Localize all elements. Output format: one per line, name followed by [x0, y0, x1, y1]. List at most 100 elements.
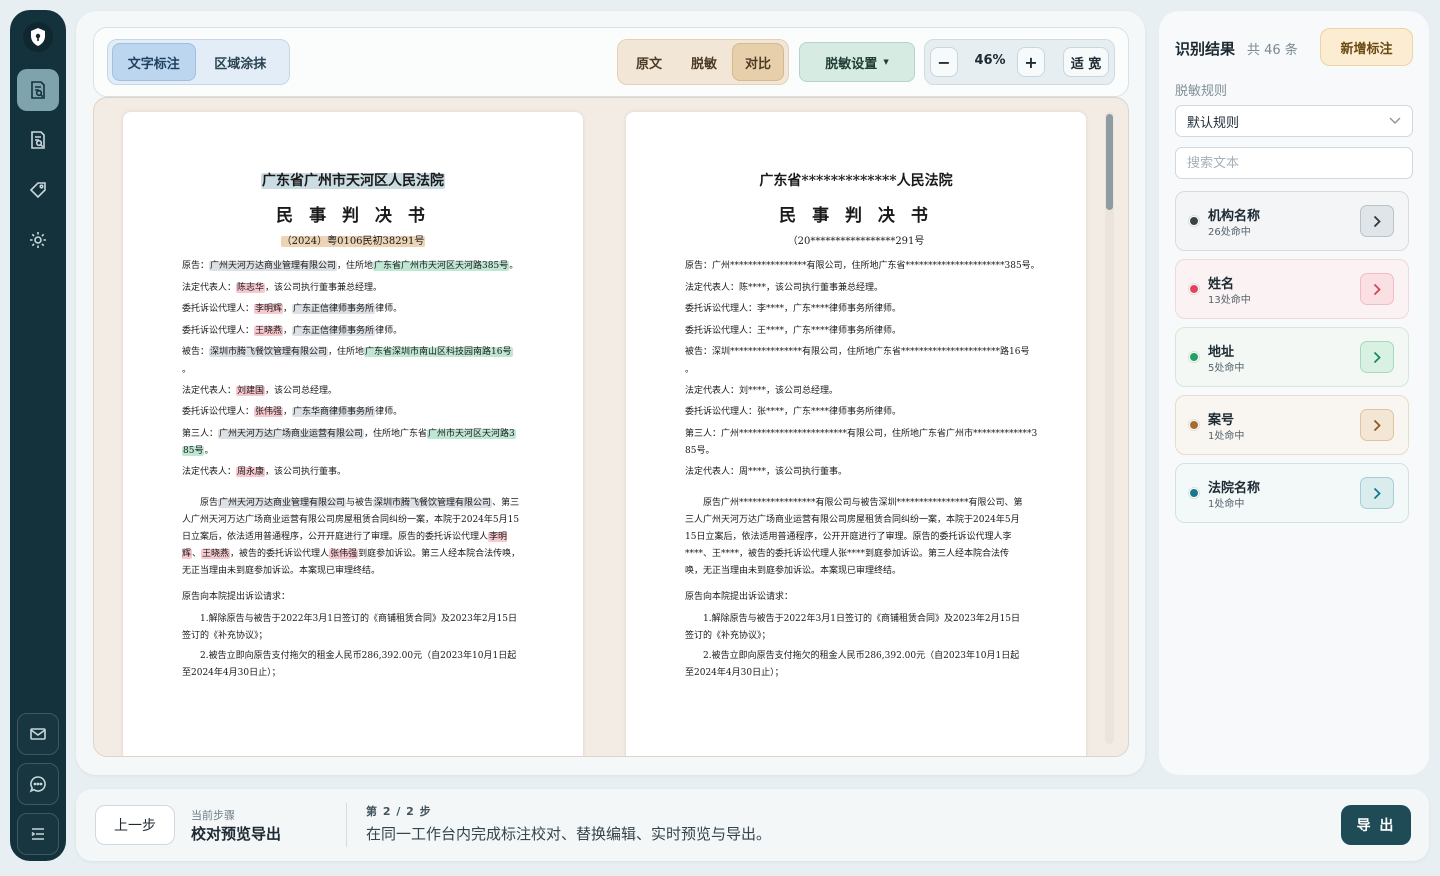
address-highlight[interactable]: 广东省广州市天河区天河路385号	[373, 261, 510, 271]
category-open-button[interactable]	[1360, 273, 1394, 305]
name-highlight[interactable]: 李明辉	[254, 304, 284, 314]
workspace: 文字标注 区域涂抹 原文 脱敏 对比 脱敏设置 ▼ − 46% + 适 宽 广东…	[76, 11, 1145, 775]
address-highlight[interactable]: 广州市天河区天河路3	[427, 429, 516, 439]
view-original-button[interactable]: 原文	[622, 43, 676, 81]
redacted-document-page: 广东省*************人民法院 民 事 判 决 书 （20******…	[626, 112, 1086, 756]
original-document-page: 广东省广州市天河区人民法院 民 事 判 决 书 （2024）粤0106民初382…	[123, 112, 583, 756]
category-color-dot	[1189, 420, 1199, 430]
results-title: 识别结果	[1175, 40, 1236, 58]
tag-icon[interactable]	[17, 169, 59, 211]
category-hits: 26处命中	[1208, 227, 1251, 238]
doc-line-legal-rep: 法定代表人：陈志华，该公司执行董事兼总经理。	[182, 283, 383, 293]
rule-select-value: 默认规则	[1187, 115, 1240, 131]
export-button[interactable]: 导 出	[1341, 805, 1411, 845]
case-number-highlight[interactable]: （2024）粤0106民初38291号	[280, 236, 426, 247]
category-name: 法院名称	[1208, 481, 1261, 496]
org-highlight[interactable]: 广州天河万达广场商业运营有限公司	[218, 429, 365, 439]
mode-area-redact-button[interactable]: 区域涂抹	[196, 43, 285, 81]
settings-gear-icon[interactable]	[17, 219, 59, 261]
view-compare-button[interactable]: 对比	[732, 43, 784, 81]
category-open-button[interactable]	[1360, 205, 1394, 237]
doc-claims-heading: 原告向本院提出诉讼请求：	[182, 592, 291, 602]
name-highlight[interactable]: 张伟强	[329, 549, 359, 559]
name-highlight[interactable]: 王晓燕	[201, 549, 231, 559]
name-highlight[interactable]: 张伟强	[254, 407, 284, 417]
doc-case-no: （20*****************291号	[787, 236, 925, 247]
category-card[interactable]: 姓名 13处命中	[1175, 259, 1409, 319]
fit-width-button[interactable]: 适 宽	[1063, 47, 1109, 77]
document-review-icon[interactable]	[17, 69, 59, 111]
divider	[346, 803, 347, 847]
doc-line-defendant: 被告：深圳****************有限公司，住所地广东省********…	[685, 347, 1030, 357]
doc-line-third-party: 第三人：广州************************有限公司，住所地广东…	[685, 429, 1038, 439]
doc-line-def-agent: 委托诉讼代理人：张伟强，广东华商律师事务所律师。	[182, 407, 403, 417]
nav-rail	[10, 10, 66, 861]
chevron-right-icon	[1373, 419, 1381, 431]
search-input[interactable]	[1175, 147, 1413, 179]
category-card[interactable]: 法院名称 1处命中	[1175, 463, 1409, 523]
doc-line-def-rep: 法定代表人：刘****，该公司总经理。	[685, 386, 839, 396]
previous-step-button[interactable]: 上一步	[95, 805, 175, 845]
chat-icon[interactable]	[17, 763, 59, 805]
category-name: 姓名	[1208, 277, 1235, 292]
zoom-in-button[interactable]: +	[1017, 47, 1045, 77]
toolbar: 文字标注 区域涂抹 原文 脱敏 对比 脱敏设置 ▼ − 46% + 适 宽	[93, 27, 1129, 97]
results-count: 共 46 条	[1247, 43, 1298, 58]
add-annotation-button[interactable]: 新增标注	[1320, 28, 1413, 66]
menu-list-icon[interactable]	[17, 813, 59, 855]
category-hits: 5处命中	[1208, 363, 1245, 374]
chevron-right-icon	[1373, 351, 1381, 363]
zoom-out-button[interactable]: −	[930, 47, 958, 77]
doc-line-third-rep: 法定代表人：周永康，该公司执行董事。	[182, 467, 347, 477]
org-highlight[interactable]: 深圳市腾飞餐饮管理有限公司	[209, 347, 329, 357]
org-highlight[interactable]: 广东正信律师事务所	[292, 326, 376, 336]
category-hits: 1处命中	[1208, 499, 1245, 510]
doc-claim-2: 2.被告立即向原告支付拖欠的租金人民币286,392.00元（自2023年10月…	[182, 651, 517, 678]
doc-line-defendant: 被告：深圳市腾飞餐饮管理有限公司，住所地广东省深圳市南山区科技园南路16号	[182, 347, 513, 357]
scrollbar-thumb[interactable]	[1106, 114, 1113, 210]
doc-title: 民 事 判 决 书	[779, 206, 933, 226]
court-name-highlight[interactable]: 广东省广州市天河区人民法院	[261, 173, 445, 189]
annotation-mode-switch: 文字标注 区域涂抹	[107, 39, 290, 85]
name-highlight[interactable]: 周永康	[236, 467, 266, 477]
doc-line-plaintiff: 原告：广州天河万达商业管理有限公司，住所地广东省广州市天河区天河路385号。	[182, 261, 519, 271]
category-name: 地址	[1208, 345, 1235, 360]
category-open-button[interactable]	[1360, 477, 1394, 509]
redaction-settings-button[interactable]: 脱敏设置 ▼	[799, 42, 915, 82]
category-card[interactable]: 机构名称 26处命中	[1175, 191, 1409, 251]
zoom-value: 46%	[974, 53, 1006, 68]
doc-line-def-rep: 法定代表人：刘建国，该公司总经理。	[182, 386, 338, 396]
results-panel: 识别结果 共 46 条 新增标注 脱敏规则 默认规则 机构名称 26处命中姓名 13…	[1159, 11, 1429, 775]
current-step-label: 当前步骤	[191, 809, 235, 822]
org-highlight[interactable]: 广东华商律师事务所	[292, 407, 376, 417]
name-highlight[interactable]: 王晓燕	[254, 326, 284, 336]
view-mode-switch: 原文 脱敏 对比	[617, 39, 789, 85]
category-card[interactable]: 案号 1处命中	[1175, 395, 1409, 455]
document-search-icon[interactable]	[17, 119, 59, 161]
org-highlight[interactable]: 广州天河万达商业管理有限公司	[218, 498, 347, 508]
doc-line-third-rep: 法定代表人：周****，该公司执行董事。	[685, 467, 848, 477]
org-highlight[interactable]: 深圳市腾飞餐饮管理有限公司	[373, 498, 493, 508]
category-card[interactable]: 地址 5处命中	[1175, 327, 1409, 387]
category-open-button[interactable]	[1360, 341, 1394, 373]
viewer-scrollbar[interactable]	[1105, 112, 1114, 744]
org-highlight[interactable]: 广州天河万达商业管理有限公司	[209, 261, 338, 271]
name-highlight[interactable]: 刘建国	[236, 386, 266, 396]
address-highlight[interactable]: 85号	[182, 446, 205, 456]
name-highlight[interactable]: 陈志华	[236, 283, 266, 293]
mode-text-annotation-button[interactable]: 文字标注	[112, 43, 196, 81]
doc-claim-1: 1.解除原告与被告于2022年3月1日签订的《商铺租赁合同》及2023年2月15…	[685, 614, 1021, 641]
doc-line-period: 。	[182, 365, 192, 375]
org-highlight[interactable]: 广东正信律师事务所	[292, 304, 376, 314]
mail-icon[interactable]	[17, 713, 59, 755]
address-highlight[interactable]: 广东省深圳市南山区科技园南路16号	[364, 347, 513, 357]
step-footer: 上一步 当前步骤 校对预览导出 第 2 / 2 步 在同一工作台内完成标注校对、…	[76, 789, 1429, 861]
doc-line-agent-1: 委托诉讼代理人：李明辉，广东正信律师事务所律师。	[182, 304, 403, 314]
category-hits: 13处命中	[1208, 295, 1251, 306]
doc-case-no: （2024）粤0106民初38291号	[123, 232, 583, 247]
caret-down-icon: ▼	[883, 58, 889, 66]
category-color-dot	[1189, 284, 1199, 294]
view-redacted-button[interactable]: 脱敏	[676, 43, 732, 81]
rule-select[interactable]: 默认规则	[1175, 105, 1413, 137]
category-open-button[interactable]	[1360, 409, 1394, 441]
